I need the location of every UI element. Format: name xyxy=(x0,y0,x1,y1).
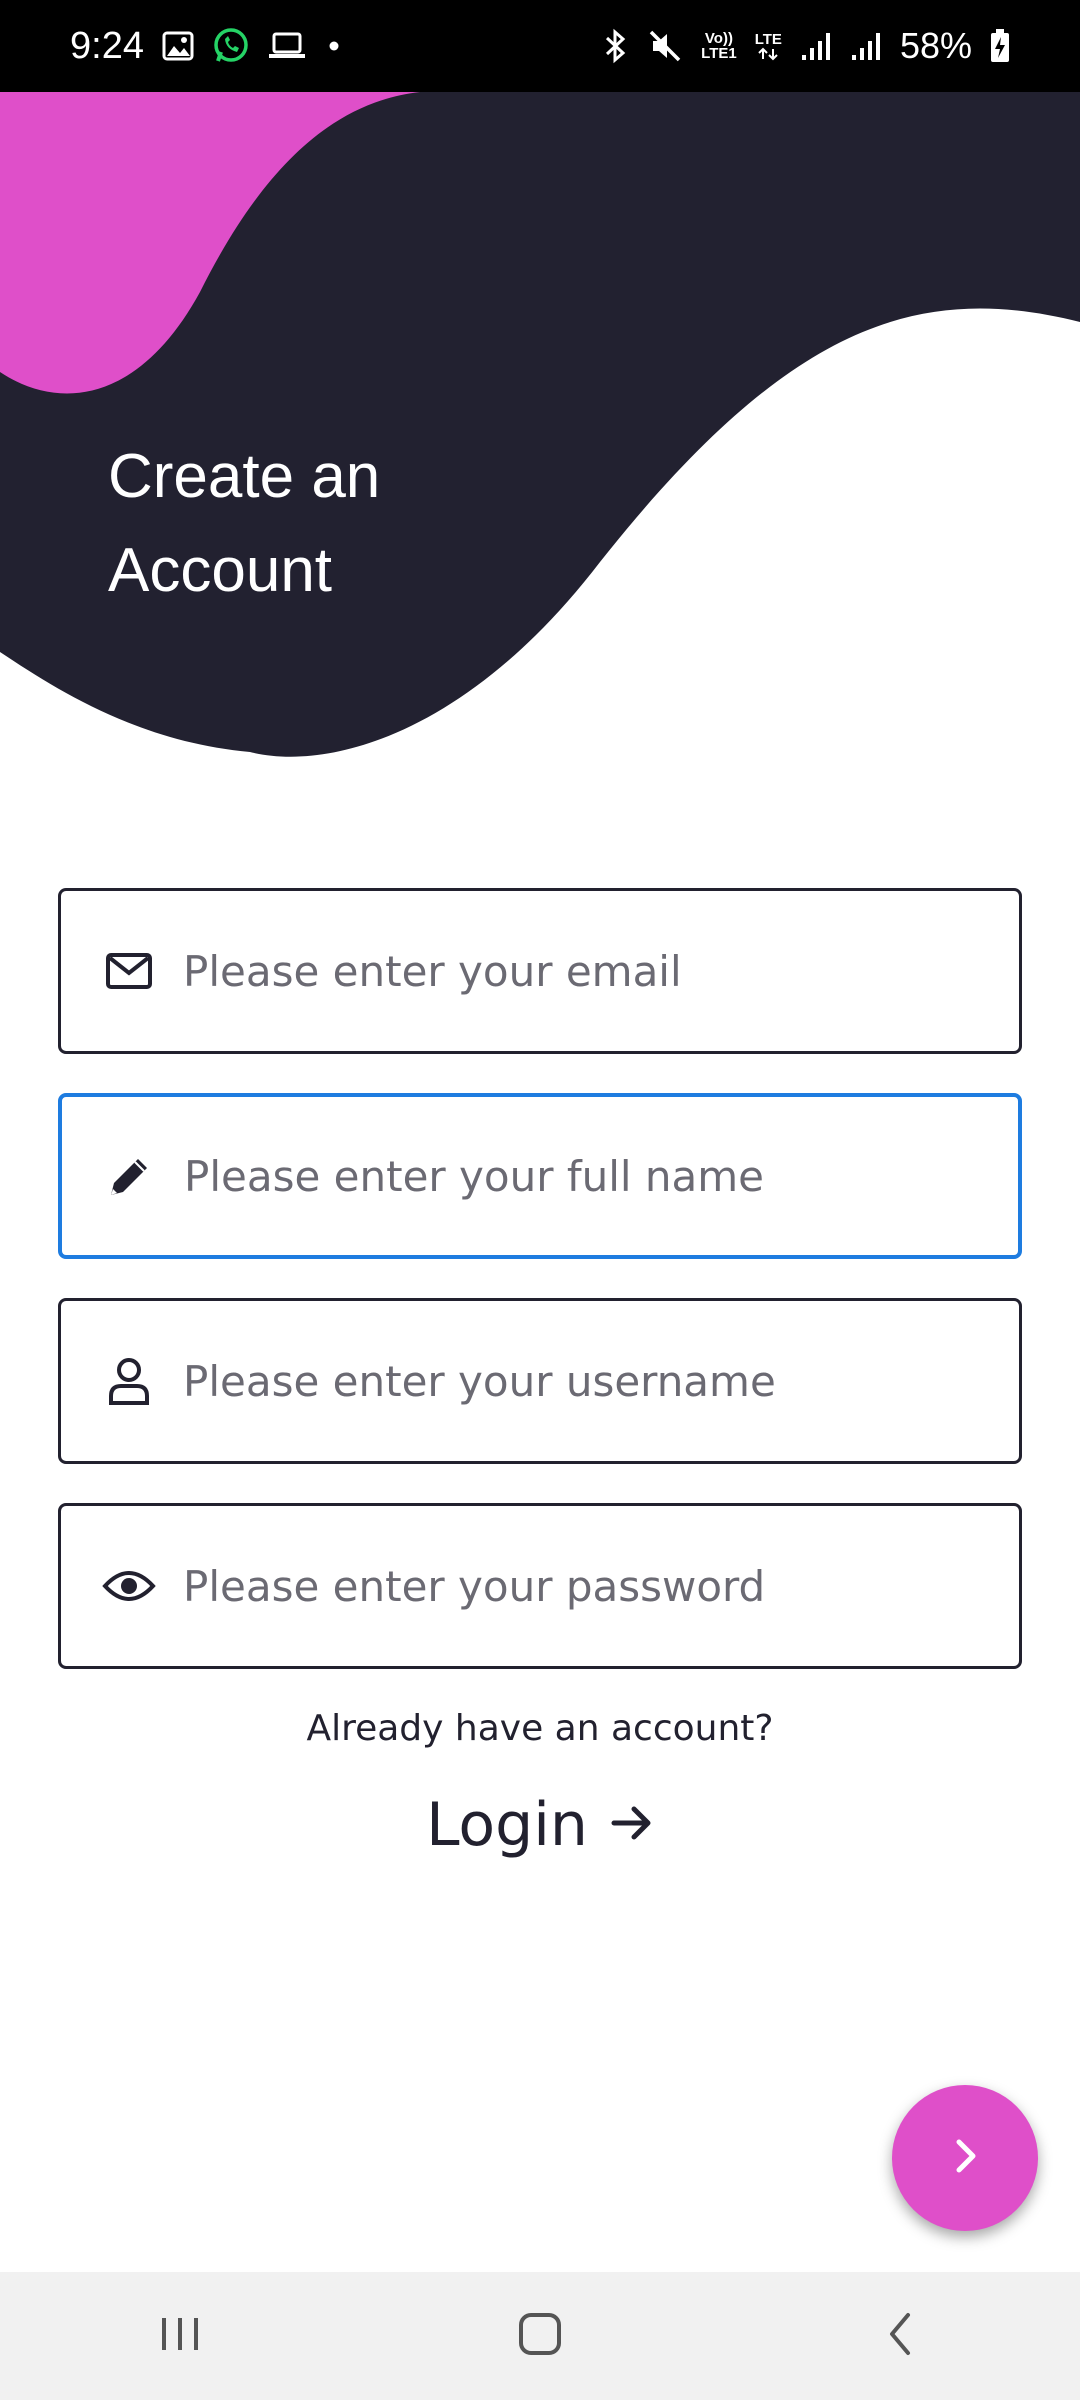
username-field[interactable] xyxy=(58,1298,1022,1464)
lte1-label: LTE1 xyxy=(701,45,737,62)
laptop-icon xyxy=(268,31,306,61)
password-field[interactable] xyxy=(58,1503,1022,1669)
status-bar: 9:24 Vo)) LTE1 LTE 58% xyxy=(0,0,1080,92)
username-input[interactable] xyxy=(183,1301,1019,1461)
password-input[interactable] xyxy=(183,1506,1019,1666)
lte-icon: LTE xyxy=(755,32,782,61)
home-icon xyxy=(517,2311,563,2362)
volte-icon: Vo)) LTE1 xyxy=(701,31,737,61)
volte-label: Vo)) xyxy=(704,30,733,47)
back-icon xyxy=(884,2311,916,2362)
full-name-field[interactable] xyxy=(58,1093,1022,1259)
home-button[interactable] xyxy=(480,2286,600,2386)
chevron-right-icon xyxy=(949,2136,981,2181)
next-button[interactable] xyxy=(892,2085,1038,2231)
email-input[interactable] xyxy=(183,891,1019,1051)
pencil-icon xyxy=(100,1146,160,1206)
full-name-input[interactable] xyxy=(184,1097,1018,1255)
dot-icon xyxy=(324,36,344,56)
signal-icon-2 xyxy=(850,31,882,61)
email-field[interactable] xyxy=(58,888,1022,1054)
status-time: 9:24 xyxy=(70,24,144,67)
mute-icon xyxy=(647,28,683,64)
bluetooth-icon xyxy=(603,28,629,64)
lte-label: LTE xyxy=(754,30,782,48)
gallery-icon xyxy=(162,31,194,61)
eye-icon xyxy=(99,1556,159,1616)
signal-icon-1 xyxy=(800,31,832,61)
login-link[interactable]: Login xyxy=(0,1790,1080,1860)
battery-charging-icon xyxy=(990,29,1010,63)
status-right: Vo)) LTE1 LTE 58% xyxy=(603,25,1010,67)
login-label[interactable]: Login xyxy=(426,1790,588,1860)
user-icon xyxy=(99,1351,159,1411)
recent-apps-button[interactable] xyxy=(120,2286,240,2386)
status-left: 9:24 xyxy=(70,25,344,68)
system-nav-bar xyxy=(0,2272,1080,2400)
back-button[interactable] xyxy=(840,2286,960,2386)
arrow-right-icon xyxy=(610,1803,654,1848)
battery-percent: 58% xyxy=(899,25,972,66)
page-title: Create an Account xyxy=(108,442,381,605)
recent-apps-icon xyxy=(158,2314,202,2359)
login-prompt: Already have an account? xyxy=(306,1708,774,1749)
whatsapp-icon xyxy=(212,27,250,65)
envelope-icon xyxy=(99,941,159,1001)
